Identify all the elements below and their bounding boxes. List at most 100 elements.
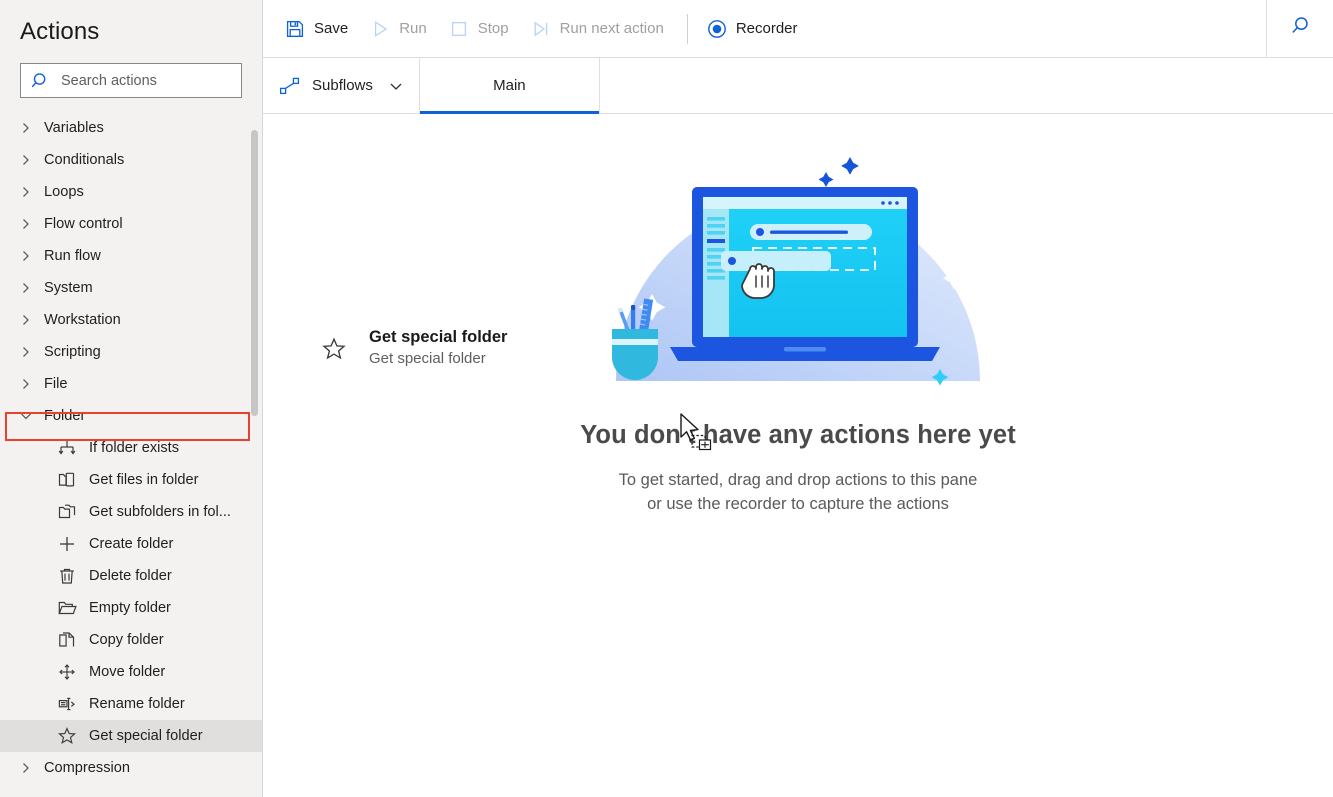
search-icon <box>31 71 53 91</box>
sidebar-action-empty-folder[interactable]: Empty folder <box>0 592 262 624</box>
chevron-right-icon <box>20 282 32 294</box>
chevron-right-icon <box>20 186 32 198</box>
sidebar-group-file[interactable]: File <box>0 368 262 400</box>
sidebar-action-get-files-in-folder[interactable]: Get files in folder <box>0 464 262 496</box>
sidebar-group-system[interactable]: System <box>0 272 262 304</box>
subflow-tabbar: Subflows Main <box>263 58 1333 114</box>
play-icon <box>370 19 390 39</box>
sidebar-group-label: Loops <box>44 183 84 200</box>
dragged-action-subtitle: Get special folder <box>369 350 486 368</box>
sidebar-group-label: Compression <box>44 759 130 776</box>
sidebar-group-conditionals[interactable]: Conditionals <box>0 144 262 176</box>
subflow-nodes-icon <box>279 76 301 96</box>
save-button[interactable]: Save <box>274 10 359 48</box>
tab-main[interactable]: Main <box>419 58 600 114</box>
chevron-right-icon <box>20 762 32 774</box>
branch-icon <box>57 438 77 458</box>
toolbar-divider <box>686 13 688 44</box>
sidebar-action-label: Get subfolders in fol... <box>89 503 231 520</box>
stop-button[interactable]: Stop <box>438 10 520 48</box>
sidebar-group-label: Run flow <box>44 247 101 264</box>
sidebar-action-label: Create folder <box>89 535 174 552</box>
sidebar-action-label: If folder exists <box>89 439 180 456</box>
toolbar-search-button[interactable] <box>1266 0 1333 57</box>
sidebar-group-label: System <box>44 279 93 296</box>
sidebar-group-label: File <box>44 375 68 392</box>
sidebar-group-compression[interactable]: Compression <box>0 752 262 784</box>
tab-label: Main <box>493 77 526 94</box>
sidebar-group-scripting[interactable]: Scripting <box>0 336 262 368</box>
subfolders-icon <box>57 502 77 522</box>
run-button[interactable]: Run <box>359 10 438 48</box>
rename-icon <box>57 694 77 714</box>
sidebar-action-label: Move folder <box>89 663 166 680</box>
empty-state-line1: To get started, drag and drop actions to… <box>618 471 978 489</box>
sidebar-action-copy-folder[interactable]: Copy folder <box>0 624 262 656</box>
drag-and-drop-laptop-illustration <box>612 145 980 386</box>
chevron-down-icon <box>389 79 403 93</box>
chevron-down-icon <box>20 410 32 422</box>
chevron-right-icon <box>20 346 32 358</box>
actions-tree: Variables Conditionals Loops Flow contro… <box>0 112 262 797</box>
sidebar-group-label: Folder <box>44 407 86 424</box>
sidebar-action-label: Empty folder <box>89 599 171 616</box>
stop-label: Stop <box>477 20 509 37</box>
sidebar-group-run-flow[interactable]: Run flow <box>0 240 262 272</box>
sidebar-action-label: Get files in folder <box>89 471 199 488</box>
sidebar-group-folder[interactable]: Folder <box>0 400 262 432</box>
recorder-button[interactable]: Recorder <box>696 10 809 48</box>
sidebar-action-label: Copy folder <box>89 631 164 648</box>
subflows-dropdown[interactable]: Subflows <box>263 58 420 113</box>
sidebar-action-rename-folder[interactable]: Rename folder <box>0 688 262 720</box>
chevron-right-icon <box>20 378 32 390</box>
run-next-action-button[interactable]: Run next action <box>520 10 675 48</box>
pencil-cup <box>612 298 658 380</box>
sidebar-group-label: Variables <box>44 119 104 136</box>
sidebar-action-delete-folder[interactable]: Delete folder <box>0 560 262 592</box>
chevron-right-icon <box>20 122 32 134</box>
empty-state: You don't have any actions here yet To g… <box>263 114 1333 517</box>
flow-designer-pane: Save Run Stop Run next action Recorder S… <box>263 0 1333 797</box>
stop-square-icon <box>449 19 469 39</box>
search-actions-box[interactable] <box>20 63 242 98</box>
laptop <box>670 187 940 361</box>
chevron-right-icon <box>20 218 32 230</box>
sidebar-group-loops[interactable]: Loops <box>0 176 262 208</box>
save-disk-icon <box>285 19 305 39</box>
open-folder-icon <box>57 598 77 618</box>
move-arrows-icon <box>57 662 77 682</box>
chevron-right-icon <box>20 154 32 166</box>
search-input[interactable] <box>61 72 231 89</box>
search-icon <box>1288 14 1312 43</box>
folder-files-icon <box>57 470 77 490</box>
chevron-right-icon <box>20 314 32 326</box>
actions-sidebar: Actions Variables Conditi <box>0 0 263 797</box>
page-title: Actions <box>20 18 100 45</box>
sidebar-scrollbar[interactable] <box>251 130 258 416</box>
sidebar-group-variables[interactable]: Variables <box>0 112 262 144</box>
chevron-right-icon <box>20 250 32 262</box>
main-toolbar: Save Run Stop Run next action Recorder <box>263 0 1333 58</box>
flow-canvas[interactable]: You don't have any actions here yet To g… <box>263 114 1333 796</box>
dragged-action-ghost: Get special folder Get special folder <box>321 326 507 370</box>
sidebar-group-label: Scripting <box>44 343 101 360</box>
sidebar-group-flow-control[interactable]: Flow control <box>0 208 262 240</box>
sidebar-action-get-subfolders-in-folder[interactable]: Get subfolders in fol... <box>0 496 262 528</box>
sidebar-action-label: Rename folder <box>89 695 185 712</box>
sidebar-group-workstation[interactable]: Workstation <box>0 304 262 336</box>
sidebar-action-get-special-folder[interactable]: Get special folder <box>0 720 262 752</box>
subflows-label: Subflows <box>312 77 373 94</box>
run-label: Run <box>399 20 427 37</box>
recorder-label: Recorder <box>735 20 798 37</box>
sidebar-action-if-folder-exists[interactable]: If folder exists <box>0 432 262 464</box>
plus-icon <box>57 534 77 554</box>
copy-icon <box>57 630 77 650</box>
star-icon <box>321 336 347 362</box>
sidebar-action-create-folder[interactable]: Create folder <box>0 528 262 560</box>
save-label: Save <box>314 20 349 37</box>
sidebar-action-move-folder[interactable]: Move folder <box>0 656 262 688</box>
sidebar-group-label: Flow control <box>44 215 123 232</box>
sidebar-action-label: Get special folder <box>89 727 203 744</box>
star-icon <box>57 726 77 746</box>
step-over-icon <box>531 19 551 39</box>
